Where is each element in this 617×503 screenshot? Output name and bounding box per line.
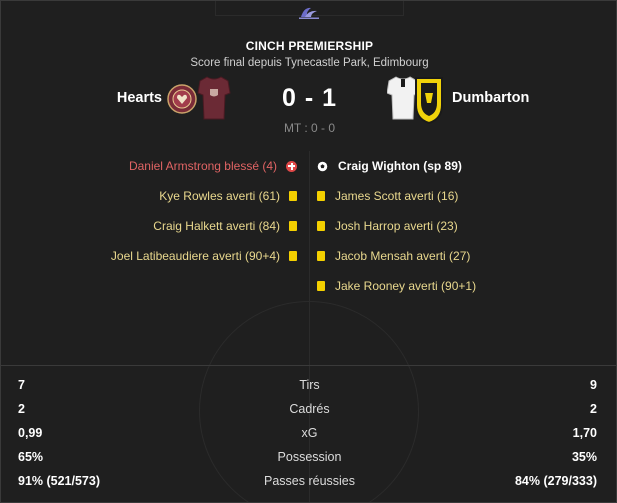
event-text: Jake Rooney averti (90+1) xyxy=(335,279,477,293)
event-text: Jacob Mensah averti (27) xyxy=(335,249,471,263)
stat-label: xG xyxy=(301,426,318,440)
stat-row-possession: 65% Possession 35% xyxy=(1,446,616,470)
away-events-list: Craig Wighton (sp 89) James Scott averti… xyxy=(317,151,476,301)
yellow-card-icon xyxy=(317,281,325,291)
dumbarton-badge-icon xyxy=(415,77,443,125)
event-text: Craig Halkett averti (84) xyxy=(153,219,280,233)
competition-title: CINCH PREMIERSHIP xyxy=(245,39,374,53)
stat-label: Cadrés xyxy=(289,402,330,416)
event-text: Josh Harrop averti (23) xyxy=(335,219,458,233)
yellow-card-icon xyxy=(317,191,325,201)
stat-row-xg: 0,99 xG 1,70 xyxy=(1,422,616,446)
match-subtitle: Score final depuis Tynecastle Park, Edim… xyxy=(190,57,429,69)
away-event-yellow-card: James Scott averti (16) xyxy=(317,181,476,211)
injury-icon xyxy=(286,160,297,172)
home-events-list: Daniel Armstrong blessé (4) Kye Rowles a… xyxy=(111,151,297,271)
yellow-card-icon xyxy=(317,251,325,261)
away-event-yellow-card: Josh Harrop averti (23) xyxy=(317,211,476,241)
event-text: Daniel Armstrong blessé (4) xyxy=(128,159,277,173)
home-event-injury: Daniel Armstrong blessé (4) xyxy=(111,151,297,181)
match-summary-panel: CINCH PREMIERSHIP Score final depuis Tyn… xyxy=(0,0,617,503)
away-team-name[interactable]: Dumbarton xyxy=(452,90,529,106)
stat-row-shots: 7 Tirs 9 xyxy=(1,374,616,398)
yellow-card-icon xyxy=(289,251,297,261)
away-event-yellow-card: Jacob Mensah averti (27) xyxy=(317,241,476,271)
yellow-card-icon xyxy=(317,221,325,231)
stats-divider xyxy=(1,365,616,366)
event-text: Kye Rowles averti (61) xyxy=(159,189,280,203)
home-event-yellow-card: Joel Latibeaudiere averti (90+4) xyxy=(111,241,297,271)
home-event-yellow-card: Kye Rowles averti (61) xyxy=(111,181,297,211)
away-stat-value: 1,70 xyxy=(572,426,597,440)
away-stat-value: 2 xyxy=(590,402,597,416)
stat-row-on-target: 2 Cadrés 2 xyxy=(1,398,616,422)
stat-label: Possession xyxy=(277,450,342,464)
event-text: James Scott averti (16) xyxy=(335,189,459,203)
away-event-yellow-card: Jake Rooney averti (90+1) xyxy=(317,271,476,301)
ball-icon xyxy=(317,161,328,171)
yellow-card-icon xyxy=(289,221,297,231)
match-stats-table: 7 Tirs 9 2 Cadrés 2 0,99 xG 1,70 65% Pos… xyxy=(1,374,616,494)
halftime-score: MT : 0 - 0 xyxy=(283,121,336,135)
competition-logo-icon xyxy=(299,7,319,19)
away-stat-value: 84% (279/333) xyxy=(514,474,597,488)
away-event-goal: Craig Wighton (sp 89) xyxy=(317,151,476,181)
event-text: Craig Wighton (sp 89) xyxy=(338,159,462,173)
home-event-yellow-card: Craig Halkett averti (84) xyxy=(111,211,297,241)
stat-row-passes: 91% (521/573) Passes réussies 84% (279/3… xyxy=(1,470,616,494)
yellow-card-icon xyxy=(289,191,297,201)
event-text: Joel Latibeaudiere averti (90+4) xyxy=(110,249,280,263)
away-stat-value: 35% xyxy=(571,450,597,464)
stat-label: Tirs xyxy=(299,378,320,392)
away-stat-value: 9 xyxy=(590,378,597,392)
